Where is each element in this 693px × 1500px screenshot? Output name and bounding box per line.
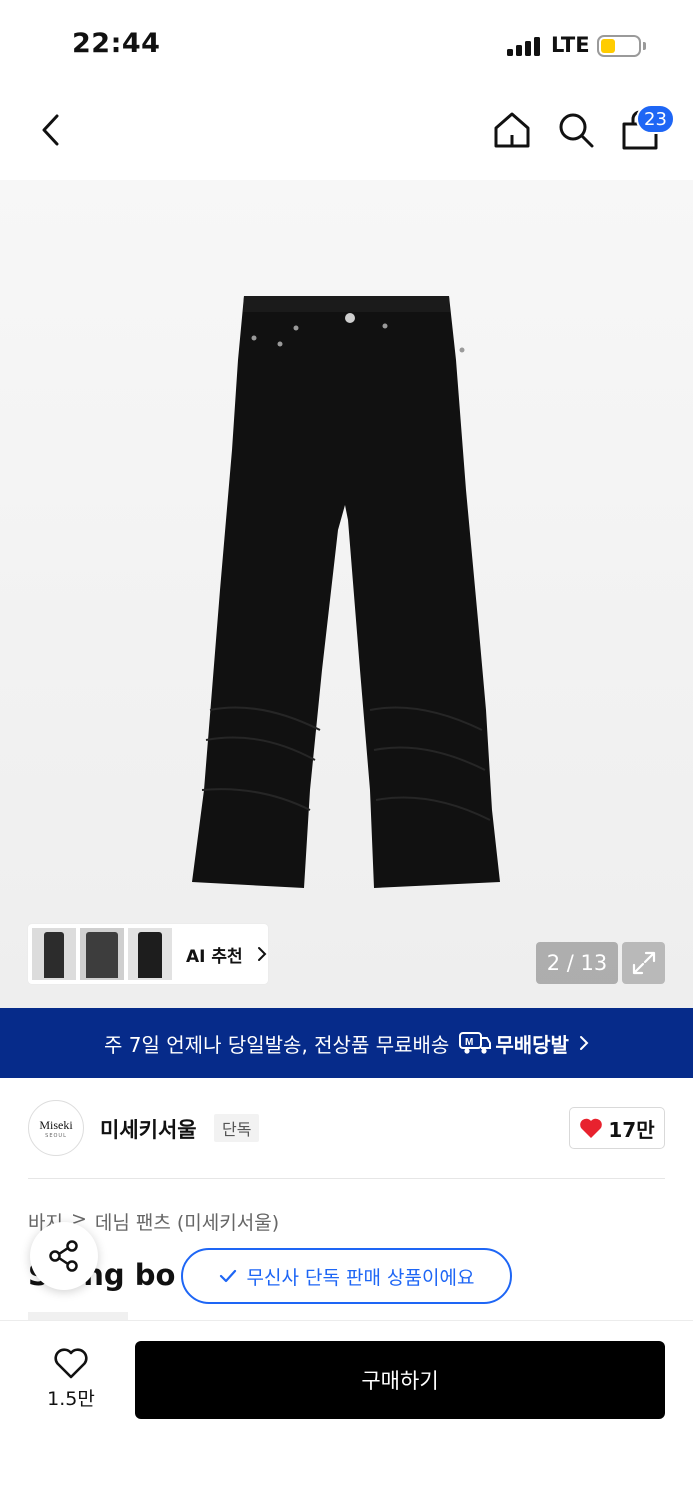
- delivery-banner[interactable]: 주 7일 언제나 당일발송, 전상품 무료배송 M 무배당발: [0, 1008, 693, 1078]
- ai-recommend-label: AI 추천: [186, 946, 243, 967]
- battery-cap: [643, 42, 646, 50]
- svg-text:M: M: [465, 1037, 473, 1048]
- brand-row: Miseki SEOUL 미세키서울 단독 17만: [28, 1098, 665, 1158]
- image-counter: 2 / 13: [536, 942, 618, 984]
- top-nav: [0, 100, 693, 160]
- delivery-truck-icon: M: [459, 1032, 492, 1054]
- status-time: 22:44: [72, 28, 161, 59]
- expand-button[interactable]: [622, 942, 665, 984]
- home-icon: [494, 112, 530, 148]
- product-image: [192, 296, 500, 888]
- cart-count-badge: 23: [636, 104, 675, 134]
- brand-like-count: 17만: [608, 1117, 655, 1142]
- product-tag: [28, 1312, 128, 1320]
- banner-text: 주 7일 언제나 당일발송, 전상품 무료배송: [104, 1032, 450, 1057]
- search-icon: [559, 113, 594, 148]
- search-button[interactable]: [553, 106, 599, 154]
- chevron-right-icon: [579, 1036, 589, 1050]
- wishlist-button[interactable]: 1.5만: [30, 1343, 112, 1415]
- brand-name[interactable]: 미세키서울: [100, 1114, 197, 1144]
- product-image-gallery[interactable]: AI 추천 2 / 13: [0, 180, 693, 1008]
- brand-logo[interactable]: Miseki SEOUL: [28, 1100, 84, 1156]
- expand-icon: [632, 951, 655, 975]
- share-icon: [49, 1240, 78, 1272]
- back-button[interactable]: [28, 100, 72, 160]
- signal-icon: [507, 37, 540, 56]
- buy-button[interactable]: 구매하기: [135, 1341, 665, 1419]
- ai-thumbnail[interactable]: [32, 928, 76, 980]
- share-button[interactable]: [30, 1222, 98, 1290]
- battery-icon: [597, 35, 641, 57]
- brand-logo-subtext: SEOUL: [45, 1132, 67, 1139]
- status-bar: 22:44 LTE: [0, 0, 693, 90]
- exclusive-notice: 무신사 단독 판매 상품이에요: [181, 1248, 512, 1304]
- home-button[interactable]: [489, 106, 535, 154]
- heart-filled-icon: [580, 1118, 603, 1138]
- ai-thumbnail[interactable]: [80, 928, 124, 980]
- heart-outline-icon: [54, 1347, 88, 1378]
- banner-logo: M 무배당발: [459, 1029, 569, 1058]
- chevron-left-icon: [42, 114, 59, 146]
- divider: [28, 1178, 665, 1179]
- wishlist-count: 1.5만: [47, 1387, 95, 1410]
- breadcrumb-item[interactable]: 데님 팬츠 (미세키서울): [95, 1208, 279, 1235]
- check-icon: [219, 1269, 236, 1283]
- brand-like-button[interactable]: 17만: [569, 1107, 665, 1149]
- bottom-action-bar: 1.5만 구매하기: [0, 1320, 693, 1500]
- brand-logo-text: Miseki: [39, 1117, 73, 1132]
- network-label: LTE: [551, 33, 590, 57]
- ai-recommend-card[interactable]: AI 추천: [28, 924, 268, 984]
- banner-logo-text: 무배당발: [495, 1032, 569, 1057]
- chevron-right-icon: [257, 947, 267, 961]
- exclusive-tag: 단독: [214, 1114, 260, 1142]
- ai-thumbnail[interactable]: [128, 928, 172, 980]
- exclusive-notice-text: 무신사 단독 판매 상품이에요: [246, 1266, 475, 1289]
